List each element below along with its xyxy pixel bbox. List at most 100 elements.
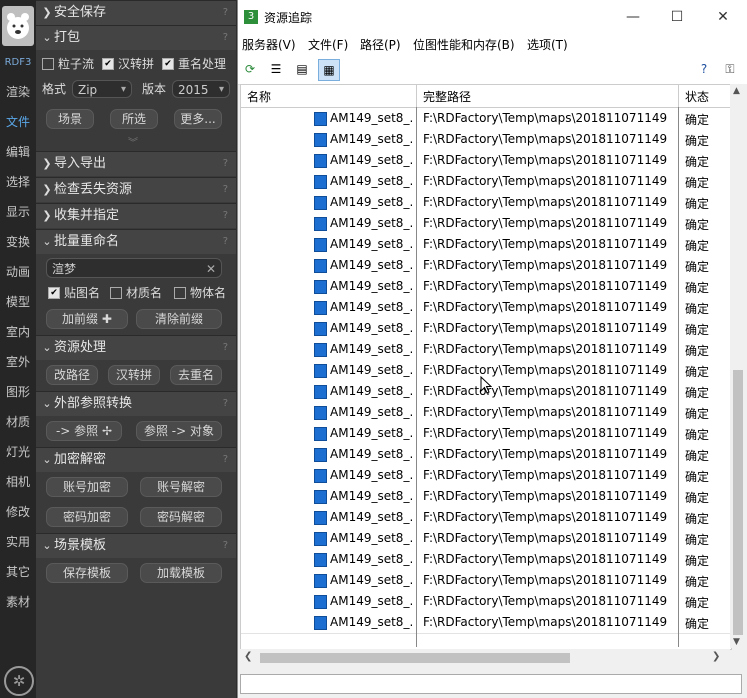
checkbox-box[interactable]: ✔ [48, 287, 60, 299]
table-row[interactable]: AM149_set8_... F:\RDFactory\Temp\maps\201… [241, 108, 731, 130]
checkbox-box[interactable] [42, 58, 54, 70]
checkbox-rename[interactable]: ✔ 重名处理 [162, 56, 226, 72]
table-row[interactable]: AM149_set8_... F:\RDFactory\Temp\maps\201… [241, 129, 731, 151]
column-path[interactable]: 完整路径 [423, 88, 471, 105]
checkbox-particle[interactable]: 粒子流 [42, 56, 94, 72]
help-icon[interactable]: ? [223, 1, 228, 25]
vertical-tab[interactable]: 动画 [0, 259, 36, 285]
table-row[interactable]: AM149_set8_... F:\RDFactory\Temp\maps\201… [241, 486, 731, 508]
menu-server[interactable]: 服务器(V) [242, 36, 296, 53]
rename-input[interactable]: 渲梦 ✕ [46, 258, 222, 278]
table-row[interactable]: AM149_set8_... F:\RDFactory\Temp\maps\201… [241, 612, 731, 634]
section-resource[interactable]: ⌄ 资源处理? [36, 335, 236, 360]
column-name[interactable]: 名称 [247, 88, 271, 105]
table-row[interactable]: AM149_set8_... F:\RDFactory\Temp\maps\201… [241, 591, 731, 613]
vertical-tab[interactable]: 修改 [0, 499, 36, 525]
help-icon[interactable]: ? [223, 534, 228, 558]
help-icon[interactable]: ? [223, 152, 228, 176]
clear-prefix-button[interactable]: 清除前缀 [136, 309, 222, 329]
refresh-icon[interactable]: ⟳ [240, 59, 260, 79]
help-icon[interactable]: ? [223, 336, 228, 360]
table-row[interactable]: AM149_set8_... F:\RDFactory\Temp\maps\201… [241, 192, 731, 214]
column-divider[interactable] [416, 85, 417, 107]
checkbox-box[interactable] [110, 287, 122, 299]
help-icon[interactable]: ? [223, 26, 228, 50]
checkbox-map-name[interactable]: ✔ 贴图名 [48, 285, 100, 301]
table-row[interactable]: AM149_set8_... F:\RDFactory\Temp\maps\201… [241, 402, 731, 424]
vertical-tab[interactable]: 其它 [0, 559, 36, 585]
table-row[interactable]: AM149_set8_... F:\RDFactory\Temp\maps\201… [241, 171, 731, 193]
clear-icon[interactable]: ✕ [206, 259, 216, 279]
pack-scene-button[interactable]: 场景 [46, 109, 94, 129]
dedupe-button[interactable]: 去重名 [170, 365, 222, 385]
help-icon[interactable]: ? [223, 230, 228, 254]
table-row[interactable]: AM149_set8_... F:\RDFactory\Temp\maps\201… [241, 444, 731, 466]
menu-bitmap[interactable]: 位图性能和内存(B) [413, 36, 515, 53]
checkbox-box[interactable] [174, 287, 186, 299]
menu-path[interactable]: 路径(P) [360, 36, 401, 53]
table-row[interactable]: AM149_set8_... F:\RDFactory\Temp\maps\201… [241, 213, 731, 235]
section-safe-save[interactable]: ❯ 安全保存? [36, 0, 236, 25]
scroll-up-icon[interactable]: ▲ [733, 86, 740, 96]
table-row[interactable]: AM149_set8_... F:\RDFactory\Temp\maps\201… [241, 255, 731, 277]
settings-gear-icon[interactable]: ✲ [4, 666, 34, 696]
section-check-missing[interactable]: ❯ 检查丢失资源? [36, 177, 236, 202]
vertical-tab[interactable]: 渲染 [0, 79, 36, 105]
list-view-icon[interactable]: ☰ [266, 59, 286, 79]
password-decrypt-button[interactable]: 密码解密 [140, 507, 222, 527]
table-row[interactable]: AM149_set8_... F:\RDFactory\Temp\maps\201… [241, 507, 731, 529]
vertical-tab[interactable]: 文件 [0, 109, 36, 135]
table-row[interactable]: AM149_set8_... F:\RDFactory\Temp\maps\201… [241, 318, 731, 340]
vertical-tab[interactable]: 素材 [0, 589, 36, 615]
ref-to-object-button[interactable]: 参照 -> 对象 [136, 421, 222, 441]
horizontal-scroll-thumb[interactable] [260, 653, 570, 663]
help-icon[interactable]: ? [694, 59, 714, 79]
vertical-tab[interactable]: 模型 [0, 289, 36, 315]
version-select[interactable]: 2015 ▾ [172, 80, 230, 98]
checkbox-object-name[interactable]: 物体名 [174, 285, 226, 301]
table-row[interactable]: AM149_set8_... F:\RDFactory\Temp\maps\201… [241, 423, 731, 445]
help-icon[interactable]: ? [223, 392, 228, 416]
pinyin-button[interactable]: 汉转拼 [108, 365, 160, 385]
table-row[interactable]: AM149_set8_... F:\RDFactory\Temp\maps\201… [241, 297, 731, 319]
collapse-chevron-icon[interactable]: ︾ [128, 134, 138, 149]
to-ref-button[interactable]: -> 参照 ✢ [46, 421, 122, 441]
section-template[interactable]: ⌄ 场景模板? [36, 533, 236, 558]
table-row[interactable]: AM149_set8_... F:\RDFactory\Temp\maps\201… [241, 528, 731, 550]
change-path-button[interactable]: 改路径 [46, 365, 98, 385]
column-divider[interactable] [678, 85, 679, 107]
table-row[interactable]: AM149_set8_... F:\RDFactory\Temp\maps\201… [241, 570, 731, 592]
load-template-button[interactable]: 加载模板 [140, 563, 222, 583]
checkbox-box[interactable]: ✔ [162, 58, 174, 70]
vertical-tab[interactable]: 室内 [0, 319, 36, 345]
pack-more-button[interactable]: 更多... [174, 109, 222, 129]
table-row[interactable]: AM149_set8_... F:\RDFactory\Temp\maps\201… [241, 465, 731, 487]
table-row[interactable]: AM149_set8_... F:\RDFactory\Temp\maps\201… [241, 276, 731, 298]
vertical-tab[interactable]: 材质 [0, 409, 36, 435]
checkbox-material-name[interactable]: 材质名 [110, 285, 162, 301]
minimize-icon[interactable]: — [618, 6, 648, 28]
lock-icon[interactable]: ⚿ [720, 59, 740, 79]
add-prefix-button[interactable]: 加前缀 ✚ [46, 309, 128, 329]
vertical-tab[interactable]: 图形 [0, 379, 36, 405]
help-icon[interactable]: ? [223, 204, 228, 228]
table-row[interactable]: AM149_set8_... F:\RDFactory\Temp\maps\201… [241, 150, 731, 172]
save-template-button[interactable]: 保存模板 [46, 563, 128, 583]
checkbox-pinyin[interactable]: ✔ 汉转拼 [102, 56, 154, 72]
pack-selected-button[interactable]: 所选 [110, 109, 158, 129]
vertical-tab[interactable]: 实用 [0, 529, 36, 555]
table-row[interactable]: AM149_set8_... F:\RDFactory\Temp\maps\201… [241, 549, 731, 571]
account-encrypt-button[interactable]: 账号加密 [46, 477, 128, 497]
column-status[interactable]: 状态 [685, 88, 709, 105]
vertical-tab[interactable]: 编辑 [0, 139, 36, 165]
close-icon[interactable]: ✕ [708, 6, 738, 28]
detail-view-icon[interactable]: ▤ [292, 59, 312, 79]
section-collect[interactable]: ❯ 收集并指定? [36, 203, 236, 228]
section-xref[interactable]: ⌄ 外部参照转换? [36, 391, 236, 416]
scroll-down-icon[interactable]: ▼ [733, 637, 740, 647]
section-crypto[interactable]: ⌄ 加密解密? [36, 447, 236, 472]
section-import-export[interactable]: ❯ 导入导出? [36, 151, 236, 176]
maximize-icon[interactable]: ☐ [662, 6, 692, 28]
help-icon[interactable]: ? [223, 178, 228, 202]
format-select[interactable]: Zip ▾ [72, 80, 132, 98]
